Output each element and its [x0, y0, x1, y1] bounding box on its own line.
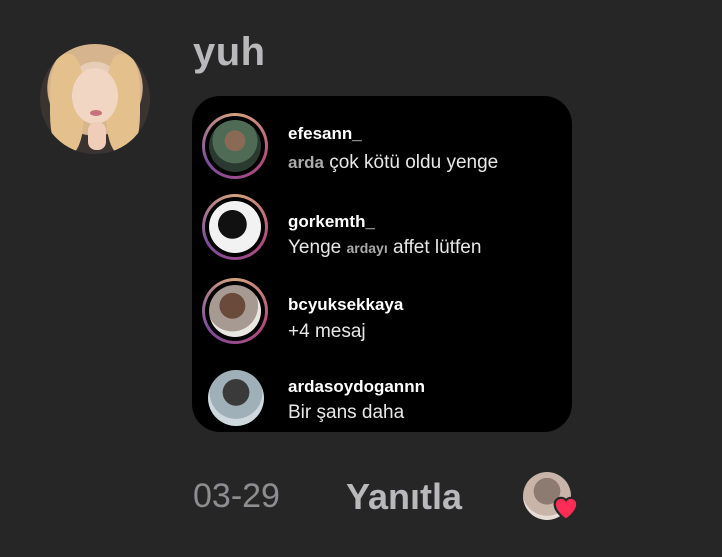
message-text: çok kötü oldu yenge	[323, 152, 499, 173]
story-ring[interactable]	[202, 194, 268, 260]
item-message: Bir şans daha	[288, 402, 405, 423]
story-ring[interactable]	[202, 113, 268, 179]
avatar-lips	[90, 110, 102, 116]
user-avatar	[209, 120, 261, 172]
item-username[interactable]: bcyuksekkaya	[288, 295, 403, 315]
item-username[interactable]: gorkemth_	[288, 212, 375, 232]
reply-button[interactable]: Yanıtla	[346, 476, 462, 518]
author-avatar[interactable]	[40, 44, 150, 154]
item-username[interactable]: efesann_	[288, 124, 362, 144]
avatar-hand	[88, 122, 106, 150]
shared-story-card[interactable]: efesann_ arda çok kötü oldu yenge gorkem…	[192, 96, 572, 432]
item-message: +4 mesaj	[288, 321, 366, 342]
user-avatar	[209, 201, 261, 253]
list-item[interactable]: ardasoydogannn Bir şans daha	[192, 364, 572, 428]
message-text: Yenge	[288, 237, 347, 258]
item-message: arda çok kötü oldu yenge	[288, 152, 498, 174]
message-text: affet lütfen	[387, 237, 482, 258]
list-item[interactable]: gorkemth_ Yenge ardayı affet lütfen	[192, 192, 572, 262]
user-avatar[interactable]	[208, 370, 264, 426]
item-message: Yenge ardayı affet lütfen	[288, 237, 481, 259]
user-avatar	[209, 285, 261, 337]
reaction-avatar[interactable]	[523, 472, 579, 522]
item-username[interactable]: ardasoydogannn	[288, 377, 425, 397]
comment-date: 03-29	[193, 477, 280, 515]
comment-author[interactable]: yuh	[193, 30, 266, 75]
mention[interactable]: arda	[288, 153, 324, 172]
list-item[interactable]: efesann_ arda çok kötü oldu yenge	[192, 110, 572, 180]
mention[interactable]: ardayı	[346, 240, 387, 256]
story-ring[interactable]	[202, 278, 268, 344]
list-item[interactable]: bcyuksekkaya +4 mesaj	[192, 276, 572, 346]
heart-icon	[553, 496, 579, 522]
